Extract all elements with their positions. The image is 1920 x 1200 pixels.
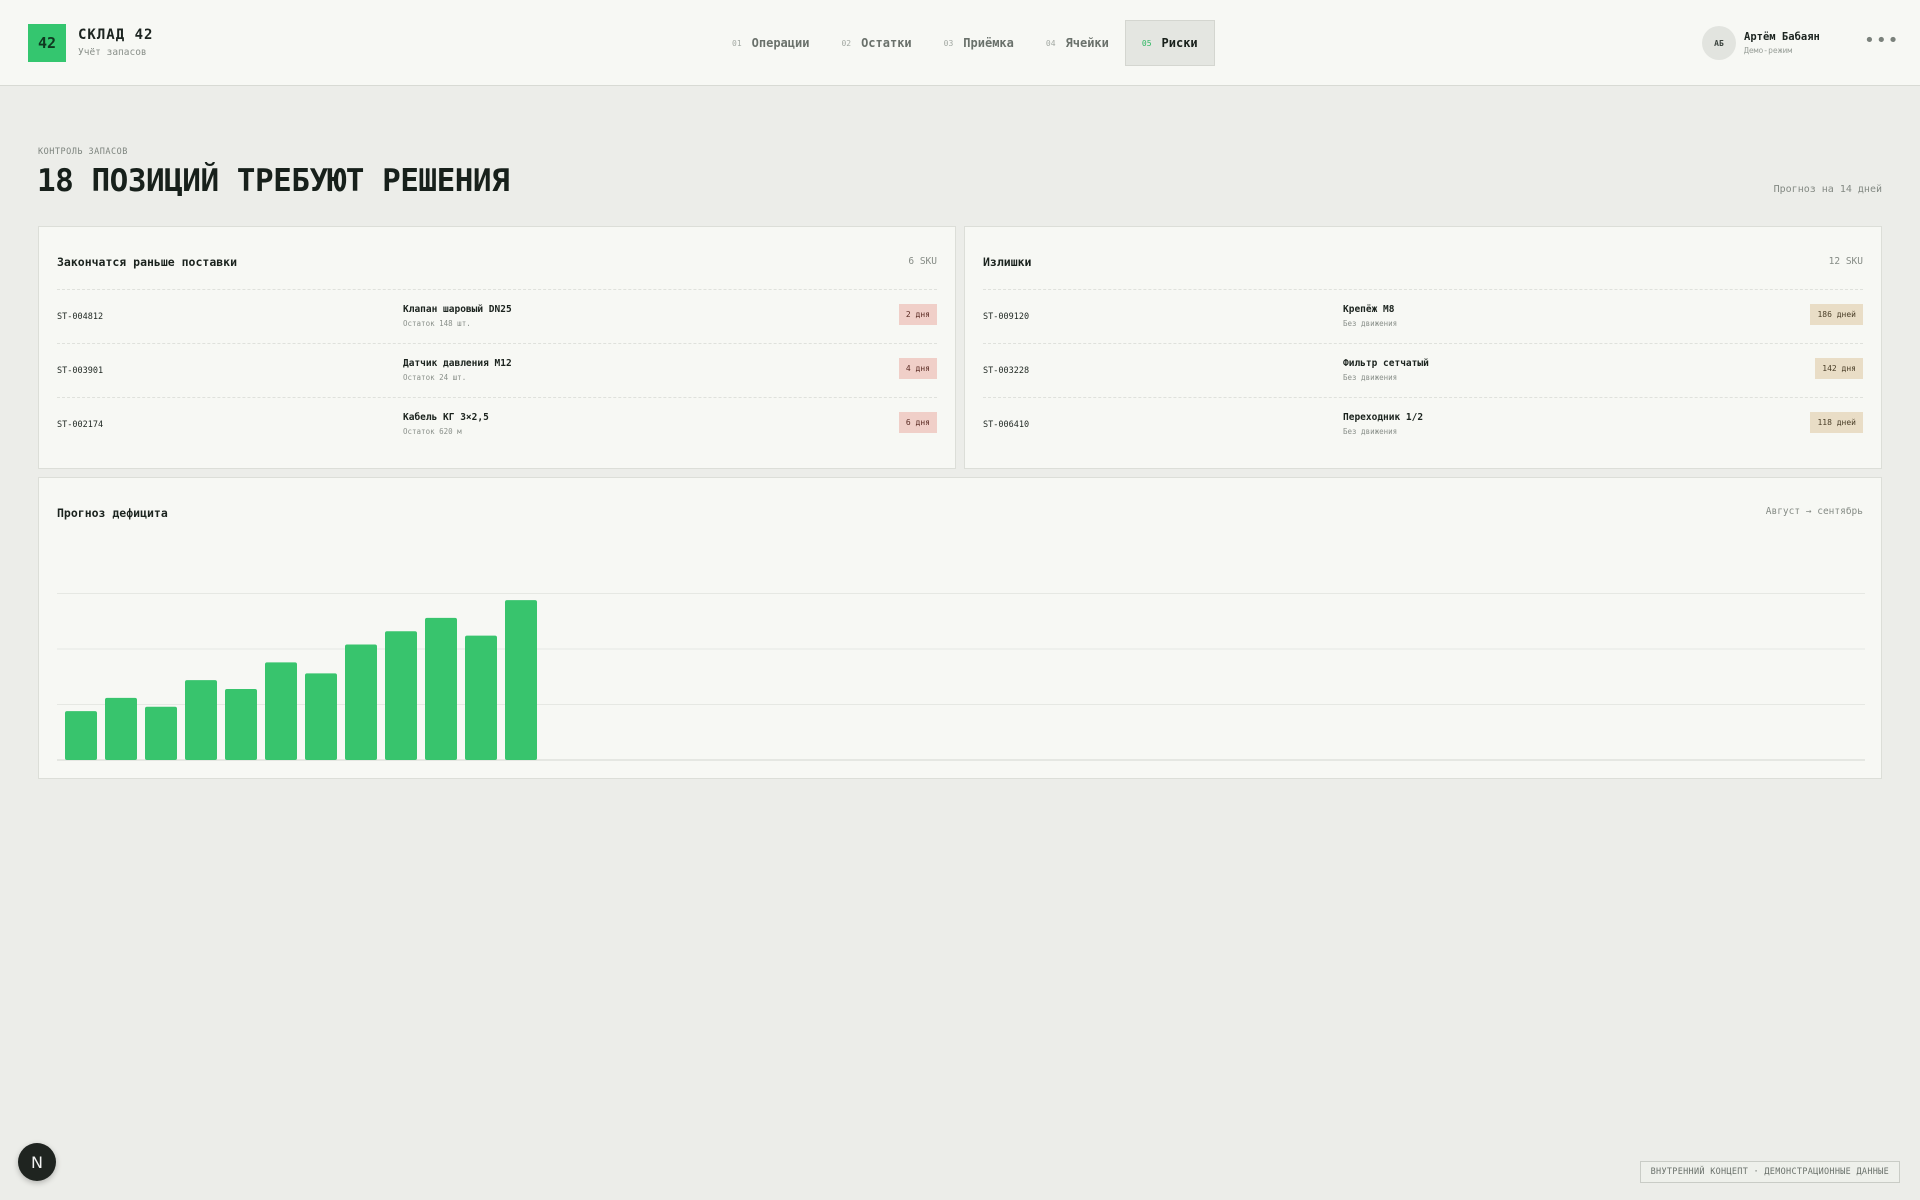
deficit-forecast-panel: Прогноз дефицита Август → сентябрь [38, 477, 1882, 779]
deficit-bar-chart [57, 593, 1865, 761]
list-item[interactable]: ST-006410 Переходник 1/2 Без движения 11… [983, 397, 1863, 451]
forecast-period: Прогноз на 14 дней [1773, 184, 1882, 195]
item-sku: ST-004812 [57, 312, 104, 322]
item-sku: ST-006410 [983, 420, 1030, 430]
list-item[interactable]: ST-003901 Датчик давления M12 Остаток 24… [57, 343, 937, 397]
days-badge: 6 дня [898, 412, 937, 433]
page-title: 18 ПОЗИЦИЙ ТРЕБУЮТ РЕШЕНИЯ [37, 163, 510, 199]
tab-label: Операции [751, 36, 810, 50]
top-bar: 42 СКЛАД 42 Учёт запасов 01 Операции 02 … [0, 0, 1920, 86]
chart-bar[interactable] [505, 600, 537, 760]
item-name: Датчик давления M12 [403, 358, 512, 369]
item-status: Без движения [1343, 373, 1398, 382]
app-title: СКЛАД 42 [78, 27, 154, 43]
item-name: Фильтр сетчатый [1343, 358, 1429, 369]
section-eyebrow: КОНТРОЛЬ ЗАПАСОВ [38, 147, 128, 157]
shortage-panel: Закончатся раньше поставки 6 SKU ST-0048… [38, 226, 956, 469]
chart-bar[interactable] [425, 617, 457, 760]
list-item[interactable]: ST-009120 Крепёж М8 Без движения 186 дне… [983, 289, 1863, 343]
panel-title: Закончатся раньше поставки [57, 255, 238, 269]
n-logo-icon[interactable]: N [18, 1143, 56, 1181]
list-item[interactable]: ST-002174 Кабель КГ 3×2,5 Остаток 620 м … [57, 397, 937, 451]
footer-tag: ВНУТРЕННИЙ КОНЦЕПТ · ДЕМОНСТРАЦИОННЫЕ ДА… [1639, 1161, 1900, 1183]
item-sku: ST-003901 [57, 366, 104, 376]
main-nav: 01 Операции 02 Остатки 03 Приёмка 04 Яче… [716, 20, 1215, 66]
panel-count: 12 SKU [1828, 256, 1863, 267]
tab-label: Приёмка [963, 36, 1014, 50]
surplus-panel: Излишки 12 SKU ST-009120 Крепёж М8 Без д… [964, 226, 1882, 469]
panel-title: Излишки [983, 255, 1032, 269]
user-mode: Демо-режим [1744, 46, 1793, 55]
days-badge: 118 дней [1810, 412, 1863, 433]
chart-bar[interactable] [225, 688, 257, 760]
chart-bar[interactable] [305, 673, 337, 760]
app-logo[interactable]: 42 [28, 24, 66, 62]
item-status: Без движения [1343, 427, 1398, 436]
item-name: Клапан шаровый DN25 [403, 304, 512, 315]
item-name: Переходник 1/2 [1343, 412, 1424, 423]
days-badge: 2 дня [898, 304, 937, 325]
item-remaining: Остаток 620 м [403, 427, 462, 436]
tab-risks[interactable]: 05 Риски [1124, 20, 1215, 66]
tab-number: 01 [732, 38, 742, 48]
chart-bar[interactable] [65, 711, 97, 760]
list-item[interactable]: ST-004812 Клапан шаровый DN25 Остаток 14… [57, 289, 937, 343]
tab-label: Остатки [861, 36, 912, 50]
days-badge: 186 дней [1810, 304, 1863, 325]
item-sku: ST-009120 [983, 312, 1030, 322]
tab-cells[interactable]: 04 Ячейки [1030, 20, 1125, 66]
item-remaining: Остаток 24 шт. [403, 373, 467, 382]
tab-stock[interactable]: 02 Остатки [825, 20, 927, 66]
tab-label: Риски [1161, 36, 1198, 50]
chart-bar[interactable] [385, 631, 417, 760]
item-status: Без движения [1343, 319, 1398, 328]
panel-count: 6 SKU [908, 256, 937, 267]
tab-number: 05 [1141, 38, 1152, 48]
item-sku: ST-002174 [57, 420, 104, 430]
item-remaining: Остаток 148 шт. [403, 319, 471, 328]
tab-operations[interactable]: 01 Операции [716, 20, 825, 66]
user-name: Артём Бабаян [1744, 31, 1820, 43]
tab-label: Ячейки [1065, 36, 1109, 50]
days-badge: 142 дня [1815, 358, 1863, 379]
chart-bar[interactable] [345, 644, 377, 760]
item-sku: ST-003228 [983, 366, 1030, 376]
app-subtitle: Учёт запасов [78, 47, 147, 58]
tab-number: 03 [943, 38, 954, 48]
chart-bar[interactable] [145, 706, 177, 760]
tab-receiving[interactable]: 03 Приёмка [928, 20, 1030, 66]
user-avatar[interactable]: АБ [1702, 26, 1736, 60]
tab-number: 02 [841, 38, 852, 48]
item-name: Крепёж М8 [1343, 304, 1395, 315]
more-horizontal-icon[interactable]: ••• [1864, 30, 1900, 51]
days-badge: 4 дня [898, 358, 937, 379]
chart-bar[interactable] [465, 635, 497, 760]
tab-number: 04 [1045, 38, 1056, 48]
list-item[interactable]: ST-003228 Фильтр сетчатый Без движения 1… [983, 343, 1863, 397]
chart-bar[interactable] [105, 697, 137, 760]
item-name: Кабель КГ 3×2,5 [403, 412, 489, 423]
chart-bar[interactable] [265, 662, 297, 760]
chart-bar[interactable] [185, 680, 217, 760]
